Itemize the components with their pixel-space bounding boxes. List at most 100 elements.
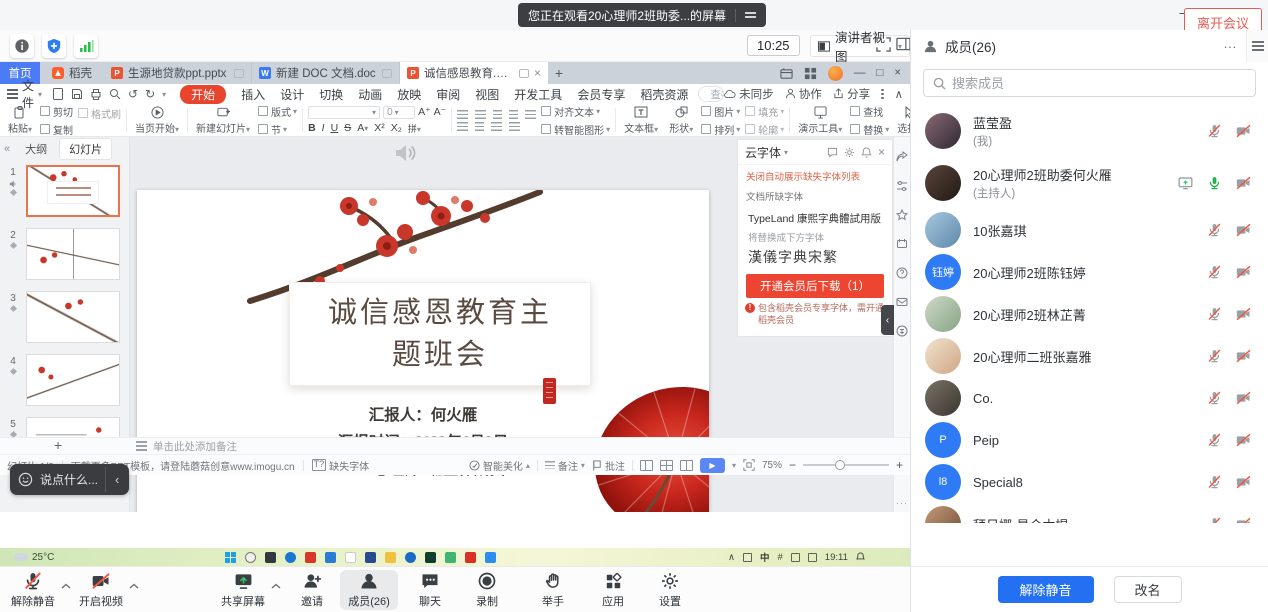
- camera-status-icon[interactable]: [1235, 175, 1252, 191]
- taskbar-app-icon[interactable]: [365, 552, 376, 563]
- slide-sorter-icon[interactable]: [660, 460, 673, 471]
- panel-more-icon[interactable]: ···: [1223, 39, 1236, 54]
- network-quality-button[interactable]: [74, 34, 98, 58]
- section-button[interactable]: 节▾: [258, 122, 297, 137]
- chevron-up-icon[interactable]: [129, 583, 139, 589]
- member-search-box[interactable]: [923, 69, 1256, 97]
- menu-item[interactable]: 动画: [358, 86, 382, 103]
- member-row[interactable]: P Peip: [911, 419, 1268, 461]
- sidebar-help-icon[interactable]: [896, 267, 908, 279]
- sidebar-more-icon[interactable]: ···: [894, 498, 910, 508]
- undo-icon[interactable]: ↺: [128, 87, 138, 101]
- zoom-in-button[interactable]: +: [896, 458, 903, 472]
- slide-thumbnail-image[interactable]: [26, 354, 120, 406]
- meeting-info-button[interactable]: [10, 34, 34, 58]
- camera-status-icon[interactable]: [1235, 264, 1252, 280]
- tab-grid-icon[interactable]: [804, 67, 817, 80]
- font-color-button[interactable]: A▾: [357, 122, 368, 134]
- smart-beautify-button[interactable]: 智能美化▴: [469, 458, 530, 473]
- zoom-slider-knob[interactable]: [835, 460, 845, 470]
- redo-icon[interactable]: ↻: [145, 87, 155, 101]
- toolbar-button[interactable]: 邀请: [286, 570, 338, 610]
- align-text-button[interactable]: 对齐文本▾: [541, 104, 610, 119]
- slide-thumbnail[interactable]: 2: [2, 228, 129, 280]
- toolbar-button[interactable]: 聊天: [404, 570, 456, 610]
- download-font-button[interactable]: 开通会员后下载（1）: [746, 274, 884, 298]
- wps-restore-button[interactable]: □: [876, 67, 883, 79]
- strikethrough-button[interactable]: S: [344, 122, 351, 134]
- close-icon[interactable]: ×: [878, 145, 885, 159]
- bell-icon[interactable]: [861, 147, 872, 158]
- toolbar-button[interactable]: 设置: [643, 570, 697, 610]
- ime-indicator[interactable]: 中: [760, 550, 770, 564]
- slide-audio-object[interactable]: [393, 142, 417, 164]
- tray-icon[interactable]: [808, 553, 817, 562]
- camera-status-icon[interactable]: [1235, 432, 1252, 448]
- sidebar-share-icon[interactable]: [896, 151, 908, 163]
- taskbar-app-icon[interactable]: [465, 552, 476, 563]
- windows-start-icon[interactable]: [225, 552, 236, 563]
- toolbar-button[interactable]: 录制: [460, 570, 514, 610]
- menu-item[interactable]: 切换: [319, 86, 343, 103]
- new-tab-button[interactable]: +: [548, 65, 570, 81]
- justify-icon[interactable]: [509, 122, 520, 131]
- numbered-list-icon[interactable]: [475, 110, 486, 119]
- zoom-level[interactable]: 75%: [762, 460, 782, 471]
- tray-bell-icon[interactable]: [856, 552, 865, 562]
- zoom-out-button[interactable]: −: [789, 458, 796, 472]
- member-row[interactable]: Co.: [911, 377, 1268, 419]
- toolbar-button[interactable]: 开启视频: [72, 570, 130, 610]
- tray-icon[interactable]: [743, 553, 752, 562]
- line-spacing-icon[interactable]: [525, 110, 536, 119]
- indent-increase-icon[interactable]: [509, 110, 518, 119]
- subscript-button[interactable]: X₂: [391, 122, 402, 134]
- sidebar-mail-icon[interactable]: [896, 296, 908, 308]
- mic-status-icon[interactable]: [1207, 348, 1222, 364]
- mic-status-icon[interactable]: [1207, 516, 1222, 523]
- outline-button[interactable]: 轮廓▾: [745, 122, 784, 137]
- toolbar-button[interactable]: 共享屏幕: [214, 570, 272, 610]
- caption-placeholder[interactable]: 说点什么...: [40, 471, 98, 488]
- taskbar-app-icon[interactable]: [285, 552, 296, 563]
- member-row[interactable]: 20心理师2班助委何火雁 (主持人): [911, 157, 1268, 209]
- tab-outline[interactable]: 大纲: [16, 139, 56, 159]
- textbox-button[interactable]: 文本框▾: [621, 106, 661, 135]
- chevron-down-icon[interactable]: ▾: [784, 148, 788, 157]
- slide-thumbnail-image[interactable]: [26, 165, 120, 217]
- toolbar-button[interactable]: 应用: [586, 570, 640, 610]
- missing-font-status[interactable]: T? 缺失字体: [312, 458, 370, 473]
- wps-close-button[interactable]: ×: [894, 67, 901, 79]
- tab-slides[interactable]: 幻灯片: [60, 139, 111, 159]
- slide-title-box[interactable]: 诚信感恩教育主 题班会: [289, 282, 591, 386]
- member-search-input[interactable]: [952, 76, 1246, 91]
- zoom-slider[interactable]: [803, 464, 889, 466]
- font-size-select[interactable]: 0▾: [383, 106, 415, 119]
- collapse-panel-icon[interactable]: «: [4, 143, 10, 155]
- mic-status-icon[interactable]: [1207, 390, 1222, 406]
- sidebar-star-icon[interactable]: [896, 209, 908, 221]
- camera-status-icon[interactable]: [1235, 222, 1252, 238]
- menu-item[interactable]: 审阅: [436, 86, 460, 103]
- to-smartart-button[interactable]: 转智能图形▾: [541, 122, 610, 137]
- arrange-button[interactable]: 排列▾: [701, 122, 740, 137]
- slide-thumbnail-image[interactable]: [26, 291, 120, 343]
- layout-button[interactable]: 版式▾: [258, 104, 297, 119]
- member-row[interactable]: l8 Special8: [911, 461, 1268, 503]
- chevron-up-icon[interactable]: [271, 583, 281, 589]
- font-name-select[interactable]: ▾: [308, 106, 380, 119]
- taskbar-wechat-icon[interactable]: [445, 552, 456, 563]
- tray-expand-icon[interactable]: ∧: [728, 552, 735, 563]
- new-slide-button[interactable]: 新建幻灯片▾: [193, 106, 253, 135]
- grow-font-button[interactable]: A⁺: [418, 106, 431, 118]
- italic-button[interactable]: I: [322, 122, 325, 134]
- notes-toggle-button[interactable]: 备注▾: [545, 458, 585, 473]
- member-row[interactable]: 钰婷 20心理师2班陈钰婷: [911, 251, 1268, 293]
- menu-item[interactable]: 插入: [241, 86, 265, 103]
- command-search[interactable]: 查找命令、搜索模板: [698, 86, 724, 102]
- select-button[interactable]: 选择▾: [894, 106, 910, 135]
- slide-thumbnail[interactable]: 1: [2, 165, 129, 217]
- camera-status-icon[interactable]: [1235, 348, 1252, 364]
- replace-button[interactable]: 替换▾: [850, 122, 889, 137]
- member-row[interactable]: 蓝莹盈 (我): [911, 105, 1268, 157]
- gear-icon[interactable]: [844, 147, 855, 158]
